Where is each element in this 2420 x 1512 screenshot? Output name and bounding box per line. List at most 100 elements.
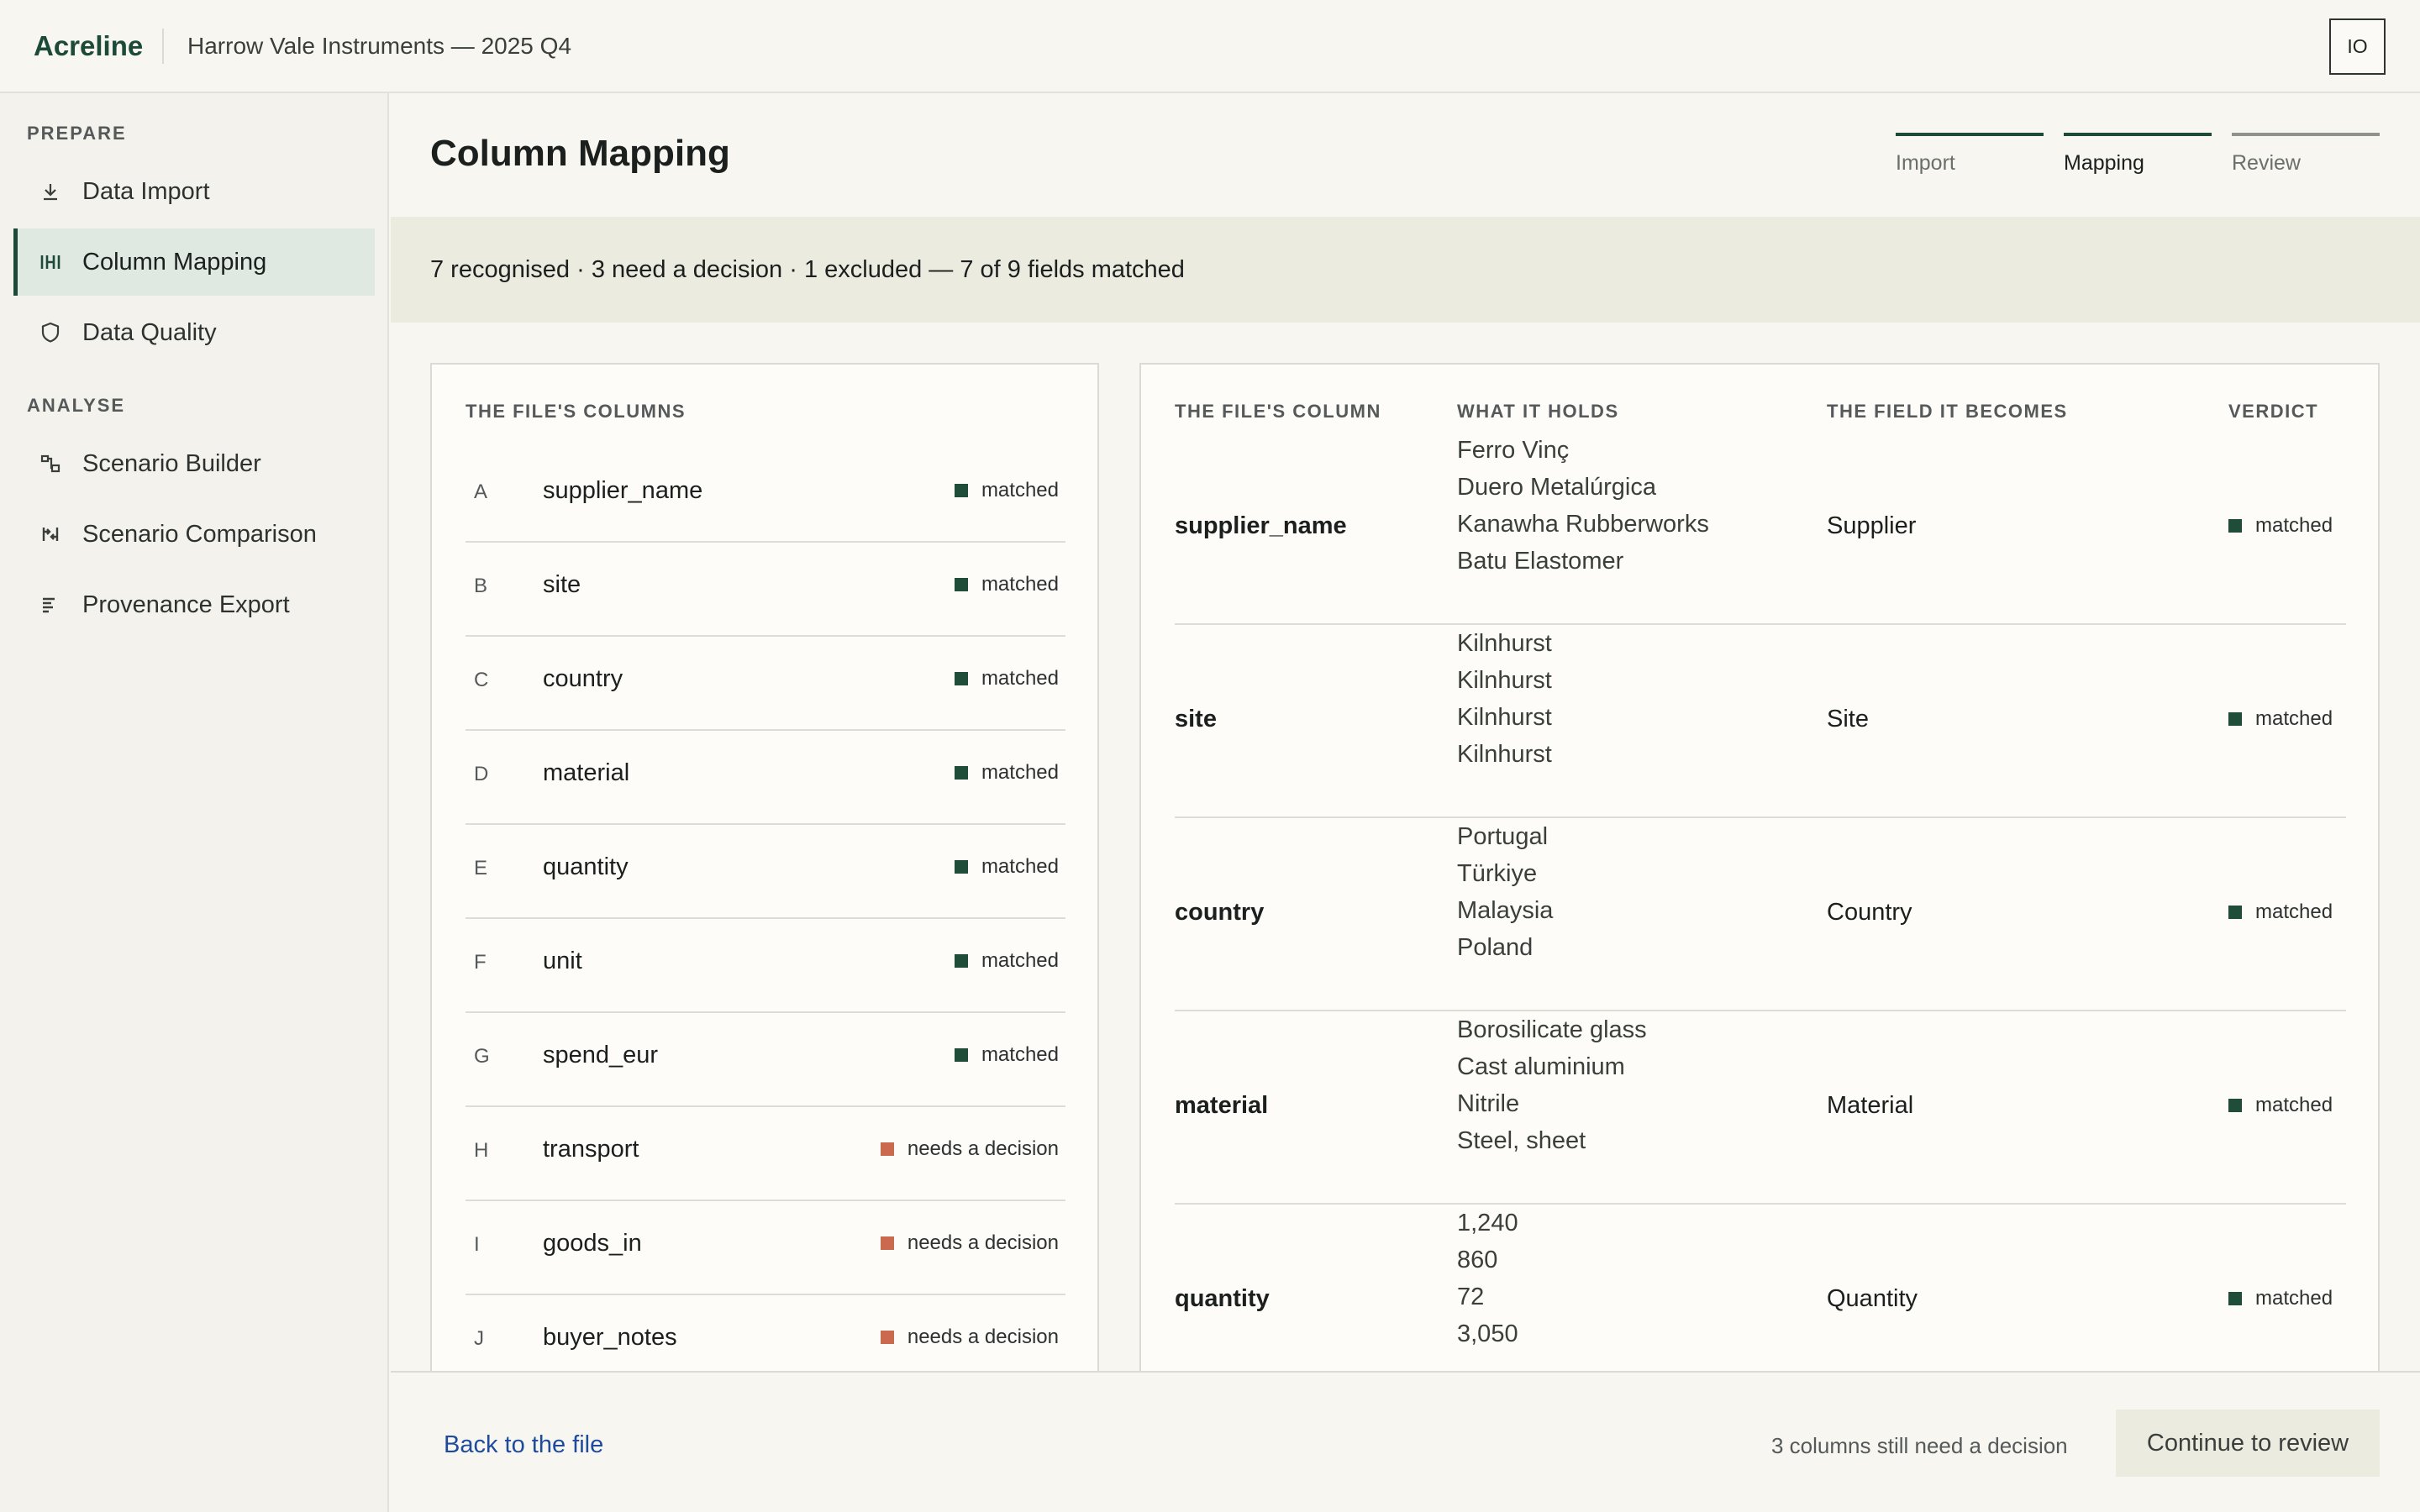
column-letter: G bbox=[474, 1045, 490, 1068]
verdict-badge: matched bbox=[2228, 707, 2333, 731]
column-header-target: THE FIELD IT BECOMES bbox=[1827, 401, 2068, 422]
step-review[interactable]: Review bbox=[2232, 133, 2380, 183]
file-column-row[interactable]: Igoods_in needs a decision bbox=[466, 1201, 1065, 1295]
file-columns-panel: THE FILE'S COLUMNS Asupplier_name matched… bbox=[430, 363, 1099, 1371]
step-import[interactable]: Import bbox=[1896, 133, 2044, 183]
status-square-icon bbox=[954, 954, 968, 968]
source-column-name: supplier_name bbox=[1175, 512, 1347, 539]
sidebar: PREPARE Data Import Column Mapping Data … bbox=[0, 93, 389, 1512]
status-label: matched bbox=[981, 761, 1059, 784]
file-column-row[interactable]: Funit matched bbox=[466, 919, 1065, 1013]
step-label: Review bbox=[2232, 151, 2301, 175]
verdict-label: matched bbox=[2255, 707, 2333, 730]
status-label: matched bbox=[981, 855, 1059, 878]
verdict-label: matched bbox=[2255, 900, 2333, 923]
sidebar-item-data-import[interactable]: Data Import bbox=[13, 158, 375, 225]
status-square-icon bbox=[954, 860, 968, 874]
user-avatar[interactable]: IO bbox=[2329, 18, 2386, 75]
sample-value: Ferro Vinç bbox=[1457, 437, 1570, 464]
column-name: country bbox=[543, 665, 623, 692]
sample-values: Borosilicate glass Cast aluminium Nitrile S… bbox=[1457, 1011, 1810, 1188]
target-field[interactable]: Country bbox=[1827, 899, 1912, 927]
column-letter: I bbox=[474, 1233, 480, 1256]
target-field[interactable]: Material bbox=[1827, 1092, 1913, 1120]
verdict-badge: matched bbox=[2228, 514, 2333, 538]
column-letter: F bbox=[474, 951, 487, 974]
sidebar-item-scenario-builder[interactable]: Scenario Builder bbox=[13, 430, 375, 497]
file-column-row[interactable]: Asupplier_name matched bbox=[466, 449, 1065, 543]
sidebar-item-label: Data Import bbox=[82, 177, 210, 205]
back-to-file-link[interactable]: Back to the file bbox=[444, 1431, 603, 1459]
column-letter: E bbox=[474, 857, 488, 879]
sidebar-item-provenance-export[interactable]: Provenance Export bbox=[13, 571, 375, 638]
sidebar-item-scenario-comparison[interactable]: Scenario Comparison bbox=[13, 501, 375, 568]
mapping-row[interactable]: quantity 1,240 860 72 3,050 Quantity matched bbox=[1175, 1205, 2346, 1371]
file-column-row[interactable]: Equantity matched bbox=[466, 825, 1065, 919]
file-column-row[interactable]: Htransport needs a decision bbox=[466, 1107, 1065, 1201]
column-name: material bbox=[543, 759, 630, 786]
file-columns-header: THE FILE'S COLUMNS bbox=[466, 401, 687, 422]
target-field[interactable]: Quantity bbox=[1827, 1285, 1918, 1313]
status-square-icon bbox=[880, 1331, 894, 1344]
sidebar-item-column-mapping[interactable]: Column Mapping bbox=[13, 228, 375, 296]
footer-bar: Back to the file 3 columns still need a … bbox=[391, 1371, 2420, 1512]
status-label: matched bbox=[981, 949, 1059, 972]
brand-logo[interactable]: Acreline bbox=[34, 30, 143, 62]
continue-to-review-button[interactable]: Continue to review bbox=[2116, 1410, 2380, 1477]
sample-value: Malaysia bbox=[1457, 897, 1554, 924]
status-badge: matched bbox=[954, 667, 1059, 690]
verdict-badge: matched bbox=[2228, 1287, 2333, 1310]
list-export-icon bbox=[39, 593, 62, 617]
sidebar-section-prepare: PREPARE bbox=[27, 123, 127, 144]
columns-map-icon bbox=[39, 250, 62, 274]
column-letter: H bbox=[474, 1139, 489, 1162]
mapping-row[interactable]: country Portugal Türkiye Malaysia Poland Coun… bbox=[1175, 818, 2346, 1011]
sidebar-item-data-quality[interactable]: Data Quality bbox=[13, 299, 375, 366]
step-label: Import bbox=[1896, 151, 1955, 175]
sidebar-item-label: Provenance Export bbox=[82, 591, 290, 618]
mapping-row[interactable]: supplier_name Ferro Vinç Duero Metalúrgica… bbox=[1175, 432, 2346, 625]
column-name: quantity bbox=[543, 853, 629, 880]
sample-value: Batu Elastomer bbox=[1457, 548, 1624, 575]
sample-value: Kanawha Rubberworks bbox=[1457, 511, 1709, 538]
mapping-row[interactable]: material Borosilicate glass Cast aluminium… bbox=[1175, 1011, 2346, 1205]
step-label: Mapping bbox=[2064, 151, 2144, 175]
file-column-row[interactable]: Bsite matched bbox=[466, 543, 1065, 637]
sample-value: Cast aluminium bbox=[1457, 1053, 1625, 1080]
mapping-row[interactable]: site Kilnhurst Kilnhurst Kilnhurst Kilnhurst… bbox=[1175, 625, 2346, 818]
status-label: needs a decision bbox=[907, 1326, 1059, 1348]
file-column-row[interactable]: Dmaterial matched bbox=[466, 731, 1065, 825]
mapping-table-panel: THE FILE'S COLUMN WHAT IT HOLDS THE FIEL… bbox=[1139, 363, 2380, 1371]
source-column-name: quantity bbox=[1175, 1285, 1270, 1312]
sidebar-item-label: Scenario Comparison bbox=[82, 520, 317, 548]
status-label: needs a decision bbox=[907, 1231, 1059, 1254]
sample-value: 1,240 bbox=[1457, 1210, 1518, 1236]
status-square-icon bbox=[2228, 1292, 2242, 1305]
target-field[interactable]: Supplier bbox=[1827, 512, 1916, 540]
page-title: Column Mapping bbox=[430, 133, 730, 174]
status-badge: matched bbox=[954, 573, 1059, 596]
sample-value: Portugal bbox=[1457, 823, 1549, 850]
status-badge: matched bbox=[954, 1043, 1059, 1067]
sidebar-item-label: Data Quality bbox=[82, 318, 217, 346]
sample-value: Borosilicate glass bbox=[1457, 1016, 1647, 1043]
status-square-icon bbox=[880, 1142, 894, 1156]
target-field[interactable]: Site bbox=[1827, 706, 1869, 733]
shield-icon bbox=[39, 321, 62, 344]
file-column-row[interactable]: Gspend_eur matched bbox=[466, 1013, 1065, 1107]
pending-decisions-note: 3 columns still need a decision bbox=[1771, 1433, 2068, 1458]
status-square-icon bbox=[954, 1048, 968, 1062]
file-column-row[interactable]: Jbuyer_notes needs a decision bbox=[466, 1295, 1065, 1371]
sample-value: 3,050 bbox=[1457, 1320, 1518, 1347]
sample-value: 72 bbox=[1457, 1284, 1485, 1310]
column-name: goods_in bbox=[543, 1230, 642, 1257]
status-square-icon bbox=[954, 578, 968, 591]
column-letter: A bbox=[474, 480, 488, 503]
file-column-row[interactable]: Ccountry matched bbox=[466, 637, 1065, 731]
column-header-verdict: VERDICT bbox=[2228, 401, 2319, 422]
sample-values: Portugal Türkiye Malaysia Poland bbox=[1457, 818, 1810, 995]
sample-values: 1,240 860 72 3,050 bbox=[1457, 1205, 1810, 1371]
top-bar: Acreline Harrow Vale Instruments — 2025 … bbox=[0, 0, 2420, 93]
column-letter: C bbox=[474, 669, 489, 691]
step-mapping[interactable]: Mapping bbox=[2064, 133, 2212, 183]
